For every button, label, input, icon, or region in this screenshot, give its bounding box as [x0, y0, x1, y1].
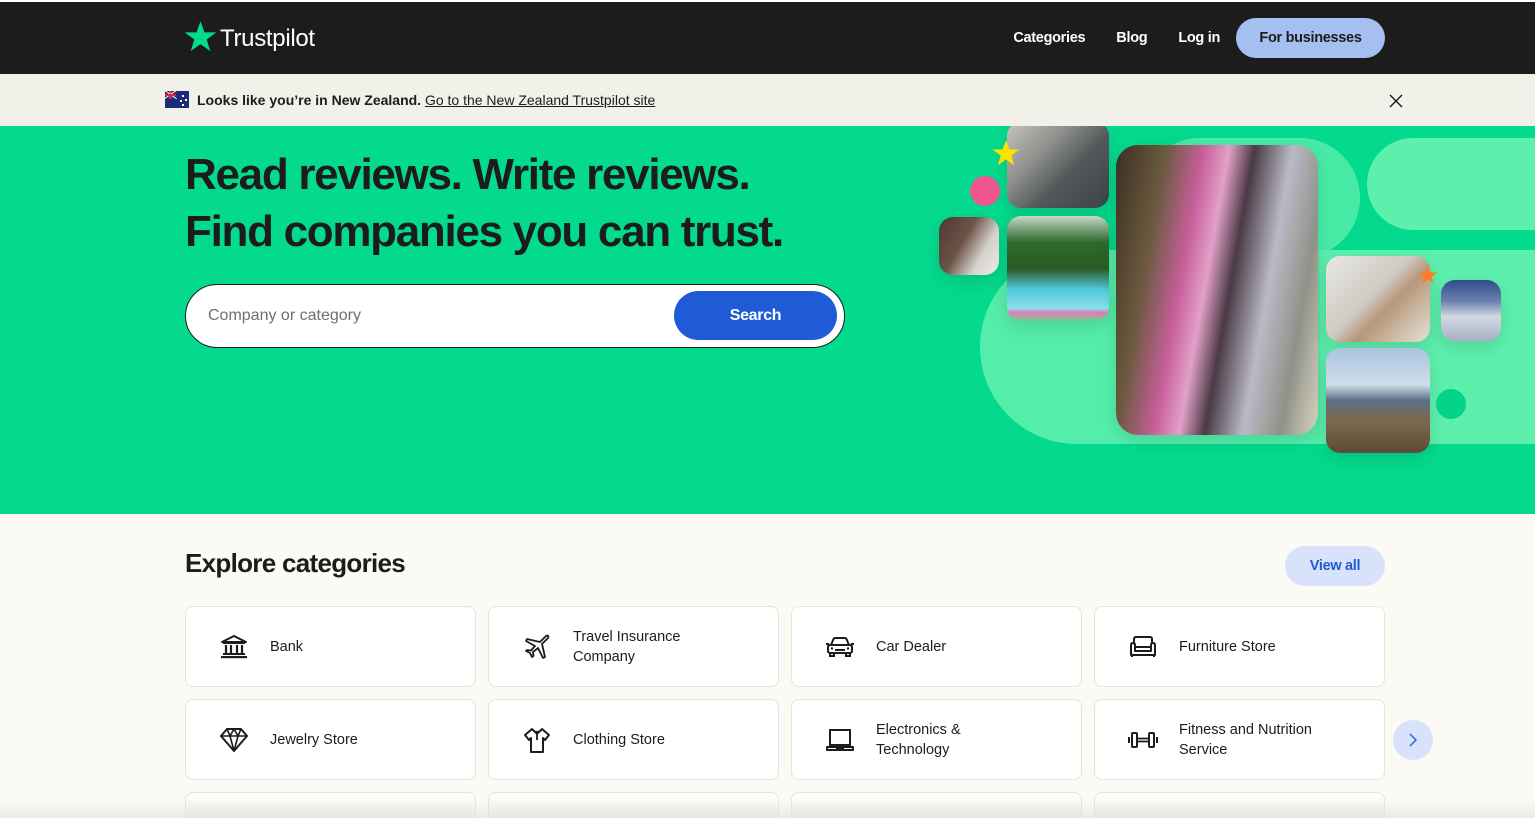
category-card-partial[interactable]	[791, 792, 1082, 818]
photo-two-men	[939, 217, 999, 275]
category-label: Fitness and Nutrition Service	[1179, 721, 1312, 758]
pink-dot-decoration	[970, 176, 1000, 206]
green-dot-decoration	[1436, 389, 1466, 419]
photo-office-group	[1007, 126, 1109, 208]
orange-star-icon	[1418, 265, 1438, 284]
hero-title-line-2: Find companies you can trust.	[185, 207, 784, 256]
photo-flower-shop	[1116, 145, 1318, 435]
site-header: Trustpilot Categories Blog Log in For bu…	[0, 2, 1535, 74]
dumbbell-icon	[1128, 725, 1158, 755]
category-card-travel-insurance[interactable]: Travel Insurance Company	[488, 606, 779, 687]
nav-blog[interactable]: Blog	[1116, 30, 1147, 46]
category-label: Travel Insurance Company	[573, 628, 681, 665]
star-logo-icon	[184, 21, 217, 52]
photo-woman-office	[1326, 256, 1430, 342]
chevron-right-icon	[1409, 733, 1417, 747]
trustpilot-logo[interactable]: Trustpilot	[184, 20, 315, 53]
category-card-partial[interactable]	[185, 792, 476, 818]
company-search-input[interactable]	[208, 297, 658, 335]
armchair-icon	[1128, 632, 1158, 662]
search-button[interactable]: Search	[674, 291, 837, 340]
category-card-clothing-store[interactable]: Clothing Store	[488, 699, 779, 780]
shirt-icon	[522, 725, 552, 755]
category-label: Furniture Store	[1179, 638, 1276, 655]
new-zealand-flag-icon	[165, 91, 189, 108]
category-card-car-dealer[interactable]: Car Dealer	[791, 606, 1082, 687]
close-banner-button[interactable]	[1388, 93, 1404, 109]
hero-title-line-1: Read reviews. Write reviews.	[185, 150, 751, 199]
nav-login[interactable]: Log in	[1178, 30, 1220, 46]
categories-grid: Bank Travel Insurance Company Car Dealer…	[185, 606, 1385, 818]
locale-banner: Looks like you’re in New Zealand. Go to …	[0, 74, 1535, 126]
categories-next-button[interactable]	[1393, 720, 1433, 760]
view-all-categories-button[interactable]: View all	[1285, 546, 1385, 586]
explore-categories-heading: Explore categories	[185, 548, 406, 578]
go-to-nz-site-link[interactable]: Go to the New Zealand Trustpilot site	[425, 92, 655, 108]
diamond-icon	[219, 725, 249, 755]
nav-categories[interactable]: Categories	[1013, 30, 1085, 46]
category-card-furniture-store[interactable]: Furniture Store	[1094, 606, 1385, 687]
category-label: Car Dealer	[876, 638, 947, 655]
close-icon	[1389, 94, 1403, 108]
hero-section: Read reviews. Write reviews. Find compan…	[0, 126, 1535, 514]
banner-message: Looks like you’re in New Zealand.	[197, 92, 422, 108]
category-label: Clothing Store	[573, 731, 665, 748]
category-card-partial[interactable]	[488, 792, 779, 818]
hero-blob	[1367, 138, 1535, 230]
category-label: Electronics & Technology	[876, 721, 961, 758]
banner-text: Looks like you’re in New Zealand. Go to …	[197, 92, 655, 108]
category-label: Jewelry Store	[270, 731, 358, 748]
category-card-jewelry-store[interactable]: Jewelry Store	[185, 699, 476, 780]
yellow-star-icon	[992, 140, 1020, 166]
category-card-bank[interactable]: Bank	[185, 606, 476, 687]
logo-text: Trustpilot	[220, 24, 315, 52]
category-card-electronics-technology[interactable]: Electronics & Technology	[791, 699, 1082, 780]
hero-title: Read reviews. Write reviews. Find compan…	[185, 146, 784, 260]
bank-icon	[219, 632, 249, 662]
laptop-icon	[825, 725, 855, 755]
for-businesses-button[interactable]: For businesses	[1236, 18, 1385, 58]
photo-pool	[1007, 216, 1109, 321]
category-label: Bank	[270, 638, 304, 655]
car-icon	[825, 632, 855, 662]
category-card-partial[interactable]	[1094, 792, 1385, 818]
main-nav: Categories Blog Log in For businesses	[1013, 18, 1385, 58]
photo-clouds	[1441, 280, 1501, 341]
photo-man-cactus	[1326, 348, 1430, 453]
category-card-fitness-nutrition[interactable]: Fitness and Nutrition Service	[1094, 699, 1385, 780]
airplane-icon	[522, 632, 552, 662]
search-bar: Search	[185, 284, 845, 348]
